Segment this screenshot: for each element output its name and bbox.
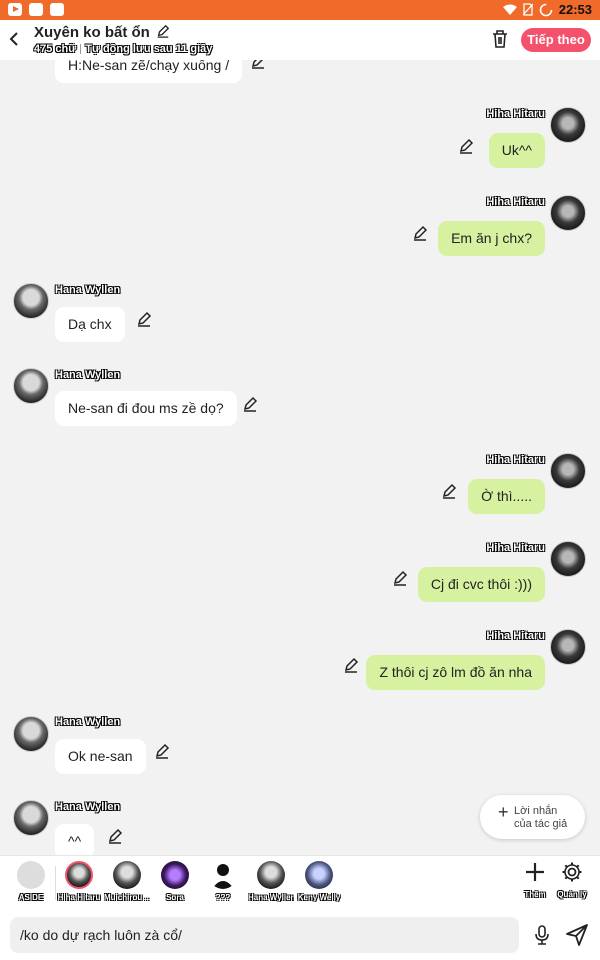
- message-bubble[interactable]: ^^: [55, 824, 95, 855]
- edit-message-icon[interactable]: [154, 743, 170, 759]
- author-note-button[interactable]: + Lời nhắn của tác giả: [480, 795, 585, 839]
- avatar: [550, 107, 586, 143]
- sender-name: Hiha Hitaru: [486, 542, 545, 554]
- edit-message-icon[interactable]: [458, 138, 474, 154]
- status-bar-notifications: [8, 3, 64, 16]
- gallery-icon: [29, 3, 43, 16]
- message-bubble[interactable]: Cj đi cvc thôi :))): [417, 567, 545, 602]
- avatar: [550, 195, 586, 231]
- autosave-status: Tự động lưu sau 11 giây: [85, 43, 213, 55]
- message-bubble[interactable]: Uk^^: [488, 133, 545, 168]
- status-bar: 22:53: [0, 0, 600, 20]
- send-button[interactable]: [564, 922, 590, 948]
- sender-name: Hana Wyllen: [55, 284, 121, 296]
- voice-button[interactable]: [532, 924, 552, 946]
- chat-area[interactable]: H:Ne-san zẽ/chạy xuống / Hiha Hitaru Uk^…: [0, 60, 600, 855]
- message-bubble[interactable]: H:Ne-san zẽ/chạy xuống /: [55, 60, 243, 83]
- avatar: [65, 861, 93, 889]
- message-bubble[interactable]: Dạ chx: [55, 307, 125, 342]
- author-note-label: Lời nhắn của tác giả: [514, 805, 568, 830]
- avatar: [13, 716, 49, 752]
- character-hiha-hitaru[interactable]: Hiha Hitaru: [56, 861, 102, 902]
- app-icon: [50, 3, 64, 16]
- status-bar-system: 22:53: [502, 2, 592, 17]
- avatar: [257, 861, 285, 889]
- meta-divider: [80, 44, 82, 55]
- edit-title-icon: [157, 24, 170, 38]
- avatar: [550, 453, 586, 489]
- battery-charging-icon: [539, 3, 553, 16]
- story-title: Xuyên ko bất ổn: [34, 24, 150, 41]
- message-bubble[interactable]: Em ăn j chx?: [438, 221, 545, 256]
- sender-name: Hana Wyllen: [55, 369, 121, 381]
- editor-header: Xuyên ko bất ổn 475 chữ Tự động lưu sau 1…: [0, 20, 600, 60]
- character-hana-wyllen[interactable]: Hana Wyllen: [248, 861, 294, 902]
- character-aside[interactable]: ASIDE: [8, 861, 54, 902]
- youtube-icon: [8, 3, 22, 16]
- message-bubble[interactable]: Ờ thì.....: [468, 479, 545, 514]
- avatar: [550, 541, 586, 577]
- story-title-row[interactable]: Xuyên ko bất ổn: [34, 24, 170, 41]
- avatar: [13, 368, 49, 404]
- next-button[interactable]: Tiếp theo: [521, 28, 591, 52]
- gear-icon: [562, 862, 582, 882]
- sender-name: Hiha Hitaru: [486, 196, 545, 208]
- delete-button[interactable]: [490, 28, 510, 50]
- edit-message-icon[interactable]: [412, 225, 428, 241]
- message-bubble[interactable]: Ne-san đi đou ms zề dọ?: [55, 391, 237, 426]
- microphone-icon: [535, 925, 549, 945]
- edit-message-icon[interactable]: [343, 657, 359, 673]
- back-button[interactable]: [8, 30, 22, 50]
- sender-name: Hiha Hitaru: [486, 454, 545, 466]
- plus-icon: +: [498, 802, 509, 822]
- send-icon: [566, 924, 588, 946]
- edit-message-icon[interactable]: [107, 828, 123, 844]
- avatar: [305, 861, 333, 889]
- manage-characters-button[interactable]: Quản lý: [554, 861, 590, 899]
- edit-message-icon[interactable]: [136, 311, 152, 327]
- message-input[interactable]: [10, 917, 519, 953]
- sender-name: Hana Wyllen: [55, 716, 121, 728]
- wifi-icon: [502, 4, 517, 15]
- no-sim-icon: [522, 3, 533, 16]
- character-unknown[interactable]: ???: [200, 861, 246, 902]
- edit-message-icon[interactable]: [441, 483, 457, 499]
- sender-name: Hiha Hitaru: [486, 630, 545, 642]
- edit-message-icon[interactable]: [250, 60, 266, 69]
- character-keny-welly[interactable]: Keny Welly: [296, 861, 342, 902]
- message-bubble[interactable]: Z thôi cj zô lm đồ ăn nha: [366, 655, 545, 690]
- sender-name: Hiha Hitaru: [486, 108, 545, 120]
- chevron-left-icon: [9, 32, 18, 46]
- avatar: [550, 629, 586, 665]
- word-count: 475 chữ: [34, 43, 77, 55]
- status-time: 22:53: [558, 2, 592, 17]
- avatar: [13, 800, 49, 836]
- avatar: [13, 283, 49, 319]
- story-meta: 475 chữ Tự động lưu sau 11 giây: [34, 43, 212, 55]
- character-selector: ASIDE Hiha Hitaru Muichirou ... Sora ???…: [0, 855, 600, 910]
- avatar: [113, 861, 141, 889]
- message-bubble[interactable]: Ok ne-san: [55, 739, 146, 774]
- edit-message-icon[interactable]: [392, 570, 408, 586]
- edit-message-icon[interactable]: [242, 396, 258, 412]
- character-sora[interactable]: Sora: [152, 861, 198, 902]
- character-muichirou[interactable]: Muichirou ...: [104, 861, 150, 902]
- add-character-button[interactable]: Thêm: [517, 861, 553, 899]
- trash-icon: [493, 30, 507, 48]
- composer: [0, 910, 600, 960]
- avatar: [161, 861, 189, 889]
- aside-icon: [17, 861, 45, 889]
- plus-icon: [526, 863, 544, 881]
- sender-name: Hana Wyllen: [55, 801, 121, 813]
- silhouette-icon: [212, 864, 234, 889]
